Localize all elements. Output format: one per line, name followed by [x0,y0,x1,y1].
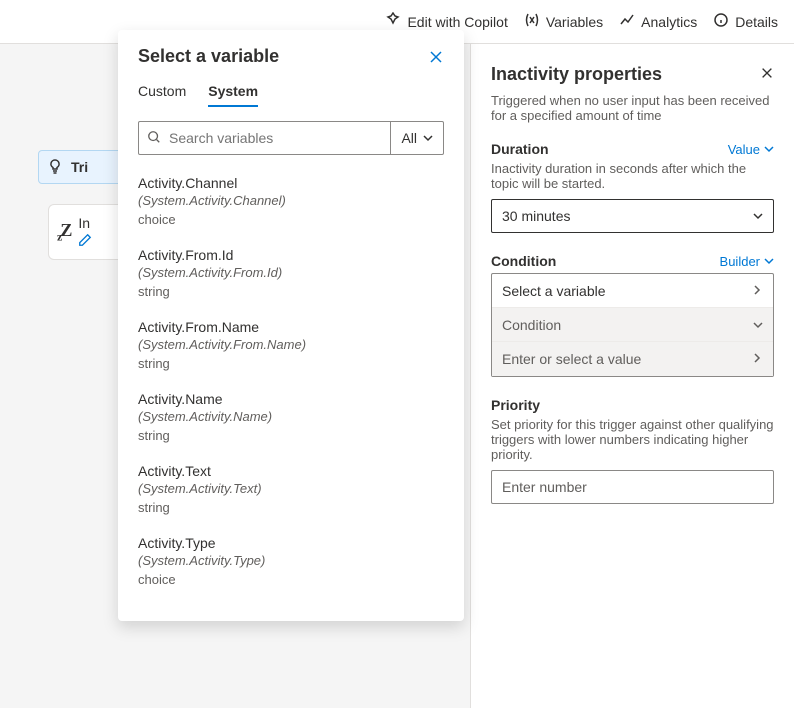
priority-input[interactable] [491,470,774,504]
edit-with-copilot-button[interactable]: Edit with Copilot [385,12,507,31]
search-icon [147,130,161,147]
variable-path: (System.Activity.Name) [138,409,444,424]
flyout-tabs: Custom System [118,77,464,107]
inactivity-node-card[interactable]: zZ In [48,204,128,260]
trigger-title-text: Tri [71,159,88,175]
duration-description: Inactivity duration in seconds after whi… [491,161,774,191]
edit-label: Edit with Copilot [407,14,507,30]
variable-item[interactable]: Bot.Name (System.Bot.Name) [138,597,444,605]
pencil-icon [78,233,92,250]
select-variable-text: Select a variable [502,283,606,299]
variable-path: (System.Activity.Text) [138,481,444,496]
variable-name: Activity.Name [138,391,444,407]
chevron-down-icon [764,142,774,157]
condition-builder: Select a variable Condition Enter or sel… [491,273,774,377]
analytics-label: Analytics [641,14,697,30]
variable-type: string [138,356,444,371]
condition-section: Condition Builder Select a variable Cond… [491,253,774,377]
condition-value-text: Enter or select a value [502,351,641,367]
details-button[interactable]: Details [713,12,778,31]
variable-type: choice [138,572,444,587]
variable-path: (System.Activity.From.Name) [138,337,444,352]
condition-label: Condition [491,253,556,269]
chevron-down-icon [753,317,763,333]
variable-item[interactable]: Activity.Name (System.Activity.Name) str… [138,381,444,453]
trigger-title-node[interactable]: Tri [38,150,128,184]
chevron-right-icon [751,351,763,367]
priority-section: Priority Set priority for this trigger a… [491,397,774,504]
flyout-close-button[interactable] [428,49,444,65]
variable-list[interactable]: Activity.Channel (System.Activity.Channe… [118,165,464,605]
duration-section: Duration Value Inactivity duration in se… [491,141,774,233]
chevron-down-icon [764,254,774,269]
variable-path: (System.Activity.Type) [138,553,444,568]
variable-item[interactable]: Activity.From.Name (System.Activity.From… [138,309,444,381]
duration-label: Duration [491,141,549,157]
variables-icon [524,12,540,31]
variable-item[interactable]: Activity.Text (System.Activity.Text) str… [138,453,444,525]
duration-mode-toggle[interactable]: Value [728,142,774,157]
condition-operator-row[interactable]: Condition [492,308,773,342]
info-icon [713,12,729,31]
variable-name: Activity.From.Id [138,247,444,263]
chevron-down-icon [423,130,433,146]
condition-mode-toggle[interactable]: Builder [720,254,774,269]
variable-item[interactable]: Activity.From.Id (System.Activity.From.I… [138,237,444,309]
variable-name: Activity.Type [138,535,444,551]
sleep-icon: zZ [57,220,70,245]
filter-dropdown[interactable]: All [390,122,443,154]
variable-type: string [138,428,444,443]
priority-label: Priority [491,397,540,413]
tab-custom[interactable]: Custom [138,77,186,107]
variable-type: string [138,284,444,299]
duration-toggle-text: Value [728,142,760,157]
variable-name: Activity.Text [138,463,444,479]
properties-panel: Inactivity properties Triggered when no … [470,44,794,708]
variable-type: choice [138,212,444,227]
flyout-title: Select a variable [138,46,279,67]
variable-path: (System.Activity.Channel) [138,193,444,208]
duration-value: 30 minutes [502,208,570,224]
analytics-icon [619,12,635,31]
duration-dropdown[interactable]: 30 minutes [491,199,774,233]
chevron-right-icon [751,283,763,299]
variable-name: Activity.From.Name [138,319,444,335]
search-row: All [138,121,444,155]
variable-item[interactable]: Activity.Channel (System.Activity.Channe… [138,165,444,237]
chevron-down-icon [753,208,763,224]
priority-description: Set priority for this trigger against ot… [491,417,774,462]
analytics-button[interactable]: Analytics [619,12,697,31]
condition-value-row[interactable]: Enter or select a value [492,342,773,376]
panel-description: Triggered when no user input has been re… [491,93,774,123]
panel-title: Inactivity properties [491,64,662,85]
details-label: Details [735,14,778,30]
condition-operator-text: Condition [502,317,561,333]
select-variable-row[interactable]: Select a variable [492,274,773,308]
panel-close-button[interactable] [760,66,774,83]
search-input[interactable] [169,130,382,146]
variables-label: Variables [546,14,603,30]
select-variable-flyout: Select a variable Custom System All Acti… [118,30,464,621]
condition-toggle-text: Builder [720,254,760,269]
variable-path: (System.Activity.From.Id) [138,265,444,280]
tab-system[interactable]: System [208,77,258,107]
variable-item[interactable]: Activity.Type (System.Activity.Type) cho… [138,525,444,597]
inactivity-label: In [78,215,92,231]
filter-label: All [401,130,417,146]
variable-name: Activity.Channel [138,175,444,191]
copilot-icon [385,12,401,31]
lightbulb-icon [47,158,63,177]
variables-button[interactable]: Variables [524,12,603,31]
variable-type: string [138,500,444,515]
